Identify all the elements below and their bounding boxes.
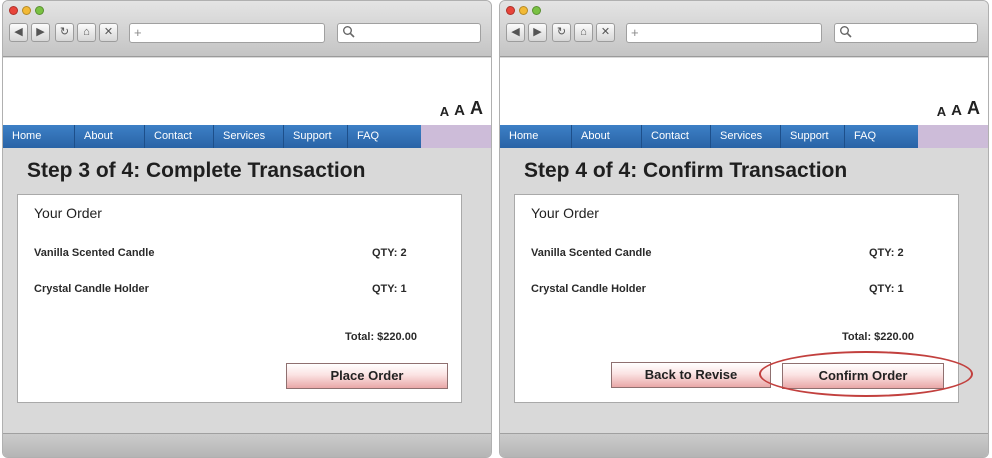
order-summary-panel: Your Order Vanilla Scented Candle QTY: 2… [17,194,462,403]
address-bar[interactable]: + [129,23,325,43]
nav-about[interactable]: About [75,125,145,148]
forward-arrow-icon[interactable]: ▶ [528,23,547,42]
stop-icon[interactable]: ✕ [99,23,118,42]
stop-icon[interactable]: ✕ [596,23,615,42]
item-name: Vanilla Scented Candle [531,247,652,259]
browser-toolbar: ◀ ▶ ↻ ⌂ ✕ [9,23,118,42]
nav-faq[interactable]: FAQ [845,125,918,148]
nav-contact[interactable]: Contact [642,125,711,148]
browser-titlebar: ◀ ▶ ↻ ⌂ ✕ + [500,1,988,57]
browser-window-step-3: ◀ ▶ ↻ ⌂ ✕ + A A A Home About Contact Ser… [2,0,492,458]
nav-faq[interactable]: FAQ [348,125,421,148]
home-icon[interactable]: ⌂ [574,23,593,42]
site-header: A A A [3,58,491,125]
add-tab-icon[interactable]: + [134,25,142,40]
add-tab-icon[interactable]: + [631,25,639,40]
maximize-window-icon[interactable] [35,6,44,15]
order-total: Total: $220.00 [842,331,914,343]
address-bar[interactable]: + [626,23,822,43]
main-navigation: Home About Contact Services Support FAQ [3,125,491,148]
reload-icon[interactable]: ↻ [552,23,571,42]
browser-titlebar: ◀ ▶ ↻ ⌂ ✕ + [3,1,491,57]
main-navigation: Home About Contact Services Support FAQ [500,125,988,148]
item-qty: QTY: 2 [869,247,904,259]
nav-home[interactable]: Home [3,125,75,148]
place-order-button[interactable]: Place Order [286,363,448,389]
browser-status-bar [500,433,988,457]
browser-status-bar [3,433,491,457]
minimize-window-icon[interactable] [22,6,31,15]
font-size-large-button[interactable]: A [470,98,483,119]
page-title: Step 4 of 4: Confirm Transaction [524,159,848,182]
minimize-window-icon[interactable] [519,6,528,15]
nav-support[interactable]: Support [781,125,845,148]
item-qty: QTY: 1 [869,283,904,295]
order-total: Total: $220.00 [345,331,417,343]
item-name: Crystal Candle Holder [34,283,149,295]
magnifier-icon [840,26,852,38]
reload-icon[interactable]: ↻ [55,23,74,42]
font-size-medium-button[interactable]: A [951,102,962,119]
magnifier-icon [343,26,355,38]
window-controls [9,6,44,15]
nav-services[interactable]: Services [214,125,284,148]
order-summary-panel: Your Order Vanilla Scented Candle QTY: 2… [514,194,973,403]
order-heading: Your Order [34,205,102,221]
forward-arrow-icon[interactable]: ▶ [31,23,50,42]
nav-contact[interactable]: Contact [145,125,214,148]
font-size-controls: A A A [440,98,483,119]
page-title: Step 3 of 4: Complete Transaction [27,159,366,182]
window-controls [506,6,541,15]
back-arrow-icon[interactable]: ◀ [9,23,28,42]
maximize-window-icon[interactable] [532,6,541,15]
back-to-revise-button[interactable]: Back to Revise [611,362,771,388]
close-window-icon[interactable] [9,6,18,15]
font-size-small-button[interactable]: A [937,104,946,119]
font-size-medium-button[interactable]: A [454,102,465,119]
item-qty: QTY: 1 [372,283,407,295]
item-name: Crystal Candle Holder [531,283,646,295]
highlight-ring-annotation [759,351,973,397]
nav-about[interactable]: About [572,125,642,148]
back-arrow-icon[interactable]: ◀ [506,23,525,42]
browser-window-step-4: ◀ ▶ ↻ ⌂ ✕ + A A A Home About Contact Ser… [499,0,989,458]
browser-toolbar: ◀ ▶ ↻ ⌂ ✕ [506,23,615,42]
nav-support[interactable]: Support [284,125,348,148]
close-window-icon[interactable] [506,6,515,15]
order-heading: Your Order [531,205,599,221]
font-size-small-button[interactable]: A [440,104,449,119]
browser-search-field[interactable] [337,23,481,43]
browser-search-field[interactable] [834,23,978,43]
site-header: A A A [500,58,988,125]
nav-home[interactable]: Home [500,125,572,148]
item-qty: QTY: 2 [372,247,407,259]
home-icon[interactable]: ⌂ [77,23,96,42]
font-size-large-button[interactable]: A [967,98,980,119]
font-size-controls: A A A [937,98,980,119]
nav-services[interactable]: Services [711,125,781,148]
item-name: Vanilla Scented Candle [34,247,155,259]
